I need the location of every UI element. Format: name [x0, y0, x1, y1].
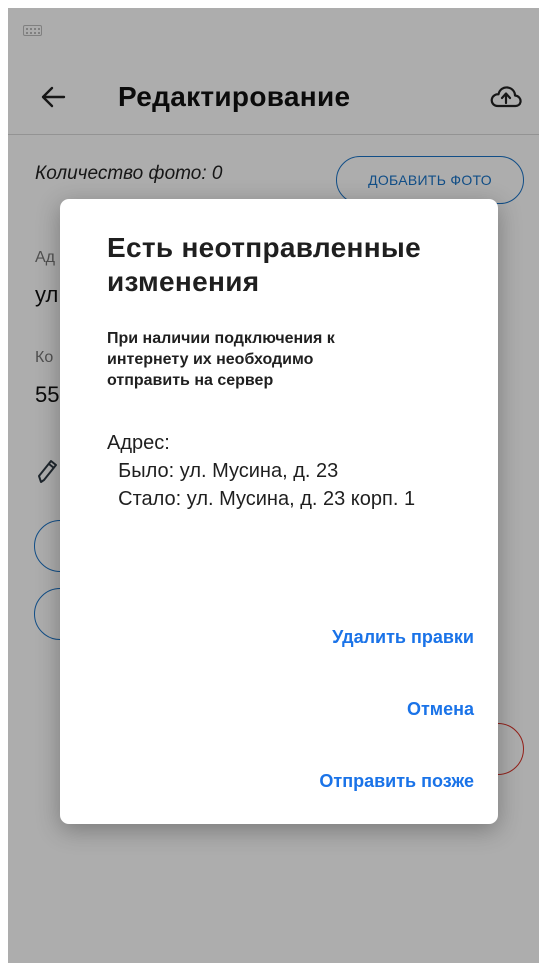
send-later-button[interactable]: Отправить позже [319, 771, 474, 792]
cancel-button[interactable]: Отмена [407, 699, 474, 720]
unsent-changes-dialog: Есть неотправленные изменения При наличи… [60, 199, 498, 824]
dialog-title: Есть неотправленные изменения [107, 232, 421, 297]
app-screen: 16:09 Редактирование Количество фото: 0 … [8, 8, 539, 963]
dialog-subtitle: При наличии подключения к интернету их н… [107, 330, 335, 389]
delete-edits-button[interactable]: Удалить правки [332, 627, 474, 648]
dialog-changes-text: Адрес: Было: ул. Мусина, д. 23 Стало: ул… [107, 432, 416, 510]
